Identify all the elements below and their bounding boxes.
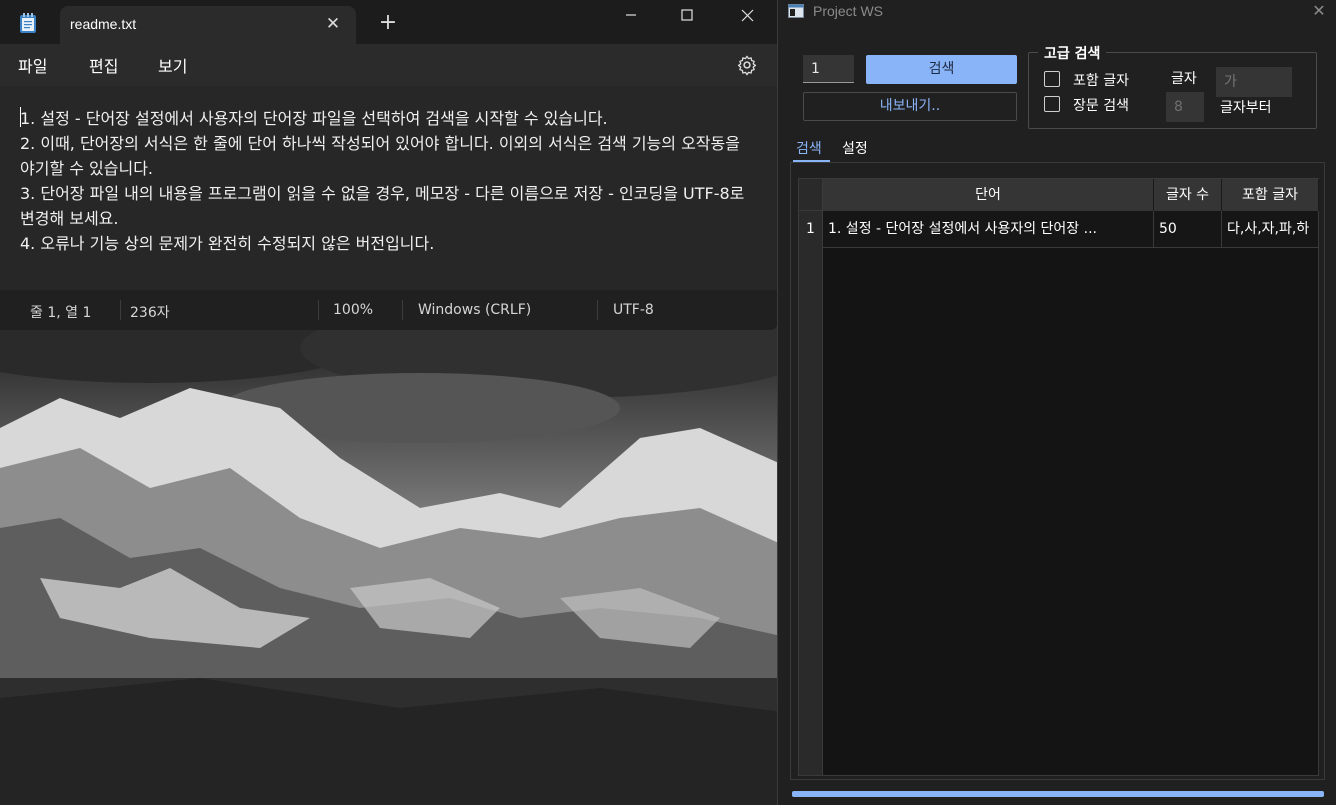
from-position-label: 글자부터	[1220, 100, 1272, 116]
tab-close-icon[interactable]: ✕	[324, 14, 342, 34]
gear-icon[interactable]	[736, 54, 758, 76]
column-header-word[interactable]: 단어	[823, 179, 1154, 211]
status-position: 줄 1, 열 1	[30, 305, 92, 321]
minimize-button[interactable]	[608, 0, 654, 30]
status-divider	[402, 300, 403, 320]
table-cell-word[interactable]: 1. 설정 - 단어장 설정에서 사용자의 단어장 ...	[823, 211, 1154, 248]
menu-view[interactable]: 보기	[158, 53, 187, 77]
app-window-icon	[788, 4, 804, 18]
status-divider	[597, 300, 598, 320]
notepad-titlebar[interactable]: readme.txt ✕ +	[0, 0, 778, 44]
table-cell-length[interactable]: 50	[1154, 211, 1222, 248]
status-zoom[interactable]: 100%	[333, 302, 373, 318]
results-table[interactable]: 단어 글자 수 포함 글자 1 1. 설정 - 단어장 설정에서 사용자의 단어…	[798, 178, 1319, 776]
notepad-menubar: 파일 편집 보기	[0, 44, 778, 86]
close-icon	[741, 9, 753, 21]
from-position-input[interactable]	[1166, 92, 1204, 122]
progress-bar	[792, 791, 1324, 797]
menu-edit[interactable]: 편집	[89, 53, 118, 77]
table-cell-included[interactable]: 다,사,자,파,하	[1222, 211, 1319, 248]
progress-fill	[792, 791, 1324, 797]
tab-settings[interactable]: 설정	[842, 138, 868, 158]
new-tab-button[interactable]: +	[378, 11, 398, 35]
pws-titlebar[interactable]: Project WS ✕	[778, 0, 1336, 24]
row-header[interactable]: 1	[799, 211, 823, 248]
close-icon[interactable]: ✕	[1311, 1, 1327, 21]
char-label: 글자	[1171, 71, 1197, 87]
char-input[interactable]	[1216, 67, 1292, 97]
maximize-icon	[681, 9, 693, 21]
tab-search[interactable]: 검색	[796, 138, 822, 158]
close-window-button[interactable]	[724, 0, 770, 30]
status-char-count: 236자	[130, 305, 170, 321]
status-line-ending[interactable]: Windows (CRLF)	[418, 302, 531, 318]
desktop-wallpaper	[0, 318, 790, 805]
column-header-included[interactable]: 포함 글자	[1222, 179, 1319, 211]
include-chars-label: 포함 글자	[1073, 73, 1129, 89]
count-input[interactable]	[803, 55, 854, 83]
status-divider	[120, 300, 121, 320]
tab-readme[interactable]: readme.txt ✕	[60, 6, 356, 44]
notepad-app-icon	[20, 13, 36, 33]
advanced-search-title: 고급 검색	[1038, 43, 1107, 63]
maximize-button[interactable]	[664, 0, 710, 30]
window-title: Project WS	[813, 3, 884, 19]
minimize-icon	[626, 14, 636, 16]
notepad-window: readme.txt ✕ + 파일 편집 보기 1. 설정 - 단어장 설정에서…	[0, 0, 778, 330]
long-search-checkbox[interactable]	[1044, 96, 1060, 112]
include-chars-checkbox[interactable]	[1044, 71, 1060, 87]
search-button[interactable]: 검색	[866, 55, 1017, 84]
row-header-gutter	[799, 248, 823, 775]
editor-content: 1. 설정 - 단어장 설정에서 사용자의 단어장 파일을 선택하여 검색을 시…	[20, 109, 745, 253]
text-editor[interactable]: 1. 설정 - 단어장 설정에서 사용자의 단어장 파일을 선택하여 검색을 시…	[0, 86, 778, 290]
status-encoding[interactable]: UTF-8	[613, 302, 654, 318]
column-header-length[interactable]: 글자 수	[1154, 179, 1222, 211]
menu-file[interactable]: 파일	[18, 53, 47, 77]
table-corner[interactable]	[799, 179, 823, 211]
status-bar: 줄 1, 열 1 236자 100% Windows (CRLF) UTF-8	[0, 290, 778, 330]
long-search-label: 장문 검색	[1073, 98, 1129, 114]
export-button[interactable]: 내보내기..	[803, 92, 1017, 121]
status-divider	[318, 300, 319, 320]
tab-title: readme.txt	[70, 16, 137, 32]
project-ws-window: Project WS ✕ 검색 내보내기.. 고급 검색 포함 글자 글자 장문…	[777, 0, 1336, 805]
